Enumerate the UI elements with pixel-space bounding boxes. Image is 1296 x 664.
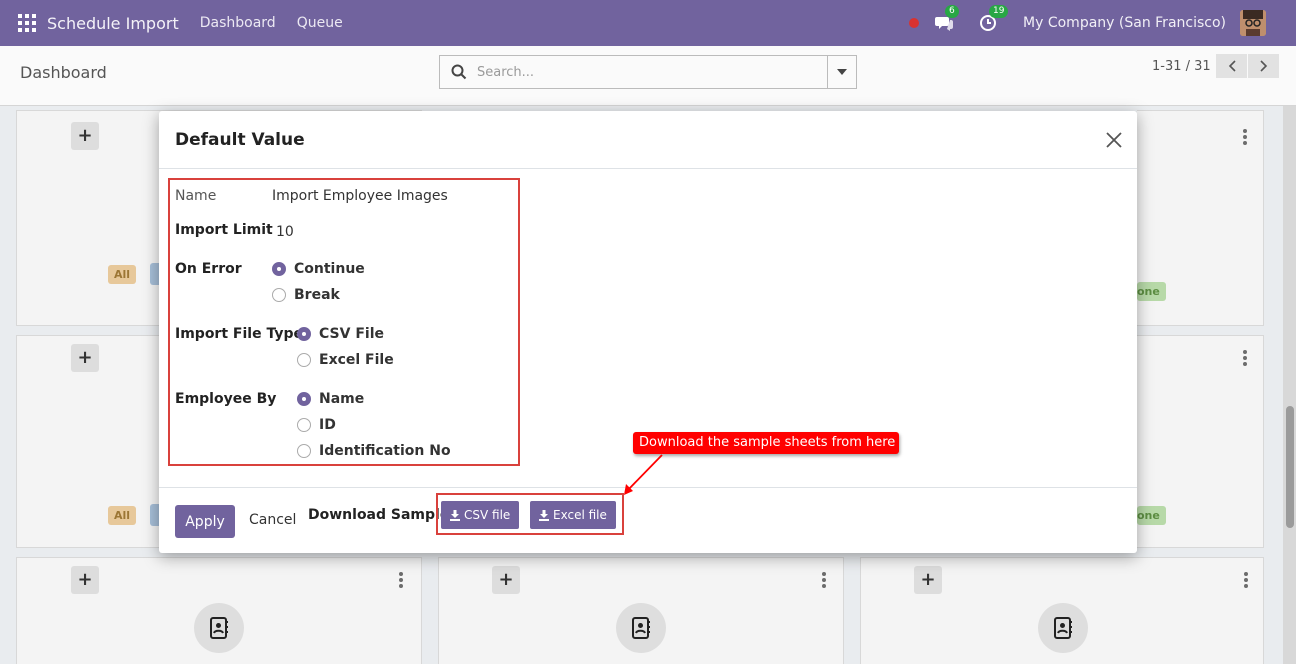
radio-label: Name	[319, 391, 365, 407]
pager-value[interactable]: 1-31 / 31	[1152, 59, 1211, 74]
top-navbar: Schedule Import Dashboard Queue 6 19 My …	[0, 0, 1296, 46]
name-value[interactable]: Import Employee Images	[272, 188, 448, 204]
download-icon	[450, 509, 460, 521]
cancel-button[interactable]: Cancel	[249, 512, 296, 528]
chat-icon[interactable]: 6	[935, 5, 959, 32]
import-limit-input[interactable]: 10	[276, 224, 294, 240]
add-button[interactable]: +	[71, 122, 99, 150]
radio-checked-icon[interactable]	[272, 262, 286, 276]
download-excel-label: Excel file	[553, 508, 607, 522]
radio-checked-icon[interactable]	[297, 392, 311, 406]
close-button[interactable]	[1103, 129, 1125, 151]
employee-by-radio-identification[interactable]: Identification No	[297, 443, 451, 459]
download-csv-button[interactable]: CSV file	[441, 501, 520, 529]
caret-down-icon	[837, 69, 847, 75]
add-button[interactable]: +	[71, 566, 99, 594]
scrollbar-thumb[interactable]	[1286, 406, 1294, 528]
employee-by-radio-id[interactable]: ID	[297, 417, 336, 433]
radio-checked-icon[interactable]	[297, 327, 311, 341]
dialog-footer: Apply Cancel Download Sample: CSV file E…	[159, 487, 1137, 553]
kebab-menu-icon[interactable]	[822, 572, 826, 590]
contact-book-icon	[1038, 603, 1088, 653]
download-icon	[539, 509, 549, 521]
annotation-callout: Download the sample sheets from here	[633, 432, 899, 454]
kebab-menu-icon[interactable]	[399, 572, 403, 590]
on-error-radio-continue[interactable]: Continue	[272, 261, 365, 277]
employee-by-label: Employee By	[175, 391, 277, 407]
apps-grid-icon[interactable]	[18, 14, 36, 32]
search-icon	[451, 64, 467, 80]
radio-label: CSV File	[319, 326, 384, 342]
add-button[interactable]: +	[914, 566, 942, 594]
add-button[interactable]: +	[492, 566, 520, 594]
dialog-title: Default Value	[175, 130, 305, 150]
form-highlight-box: Name Import Employee Images Import Limit…	[168, 178, 520, 466]
radio-unchecked-icon[interactable]	[297, 418, 311, 432]
kebab-menu-icon[interactable]	[1243, 350, 1247, 368]
page-scrollbar[interactable]	[1283, 106, 1296, 664]
kebab-menu-icon[interactable]	[1244, 572, 1248, 590]
nav-link-queue[interactable]: Queue	[297, 15, 343, 31]
tag-all[interactable]: All	[108, 265, 137, 284]
recording-indicator-icon	[909, 18, 920, 28]
contact-book-icon	[194, 603, 244, 653]
control-panel: Dashboard Search... 1-31 / 31	[0, 46, 1296, 106]
pager-next-button[interactable]	[1248, 54, 1279, 78]
kanban-card[interactable]: one	[1137, 335, 1264, 548]
radio-label: ID	[319, 417, 336, 433]
radio-unchecked-icon[interactable]	[297, 353, 311, 367]
file-type-radio-excel[interactable]: Excel File	[297, 352, 394, 368]
nav-link-dashboard[interactable]: Dashboard	[200, 15, 276, 31]
radio-label: Identification No	[319, 443, 451, 459]
pager-previous-button[interactable]	[1216, 54, 1247, 78]
radio-label: Excel File	[319, 352, 394, 368]
name-label: Name	[175, 188, 217, 204]
close-icon	[1106, 132, 1122, 148]
app-title[interactable]: Schedule Import	[47, 14, 179, 33]
breadcrumb: Dashboard	[20, 63, 107, 82]
contact-book-icon	[616, 603, 666, 653]
tag-done[interactable]: one	[1137, 506, 1166, 525]
radio-label: Break	[294, 287, 340, 303]
add-button[interactable]: +	[71, 344, 99, 372]
chat-badge: 6	[945, 5, 959, 18]
dialog-header: Default Value	[159, 111, 1137, 169]
radio-unchecked-icon[interactable]	[272, 288, 286, 302]
kanban-card[interactable]: one	[1137, 110, 1264, 326]
radio-label: Continue	[294, 261, 365, 277]
user-avatar[interactable]	[1240, 10, 1266, 36]
activity-badge: 19	[989, 5, 1009, 18]
search-options-toggle[interactable]	[827, 56, 856, 88]
on-error-radio-break[interactable]: Break	[272, 287, 340, 303]
apply-button[interactable]: Apply	[175, 505, 235, 538]
activity-clock-icon[interactable]: 19	[979, 5, 1009, 32]
download-excel-button[interactable]: Excel file	[530, 501, 616, 529]
tag-all[interactable]: All	[108, 506, 137, 525]
download-sample-label: Download Sample:	[308, 507, 455, 523]
chevron-right-icon	[1259, 60, 1267, 72]
download-csv-label: CSV file	[464, 508, 511, 522]
employee-by-radio-name[interactable]: Name	[297, 391, 364, 407]
company-switcher[interactable]: My Company (San Francisco)	[1023, 15, 1226, 31]
tag-done[interactable]: one	[1137, 282, 1166, 301]
search-placeholder: Search...	[477, 64, 535, 80]
import-limit-label: Import Limit	[175, 222, 273, 238]
radio-unchecked-icon[interactable]	[297, 444, 311, 458]
kebab-menu-icon[interactable]	[1243, 129, 1247, 147]
chevron-left-icon	[1228, 60, 1236, 72]
import-file-type-label: Import File Type	[175, 326, 303, 342]
kanban-card[interactable]: +	[438, 557, 844, 664]
kanban-card[interactable]: +	[860, 557, 1264, 664]
on-error-label: On Error	[175, 261, 242, 277]
kanban-card[interactable]: +	[16, 557, 422, 664]
file-type-radio-csv[interactable]: CSV File	[297, 326, 384, 342]
search-input[interactable]: Search...	[439, 55, 857, 89]
default-value-dialog: Default Value Name Import Employee Image…	[159, 111, 1137, 553]
